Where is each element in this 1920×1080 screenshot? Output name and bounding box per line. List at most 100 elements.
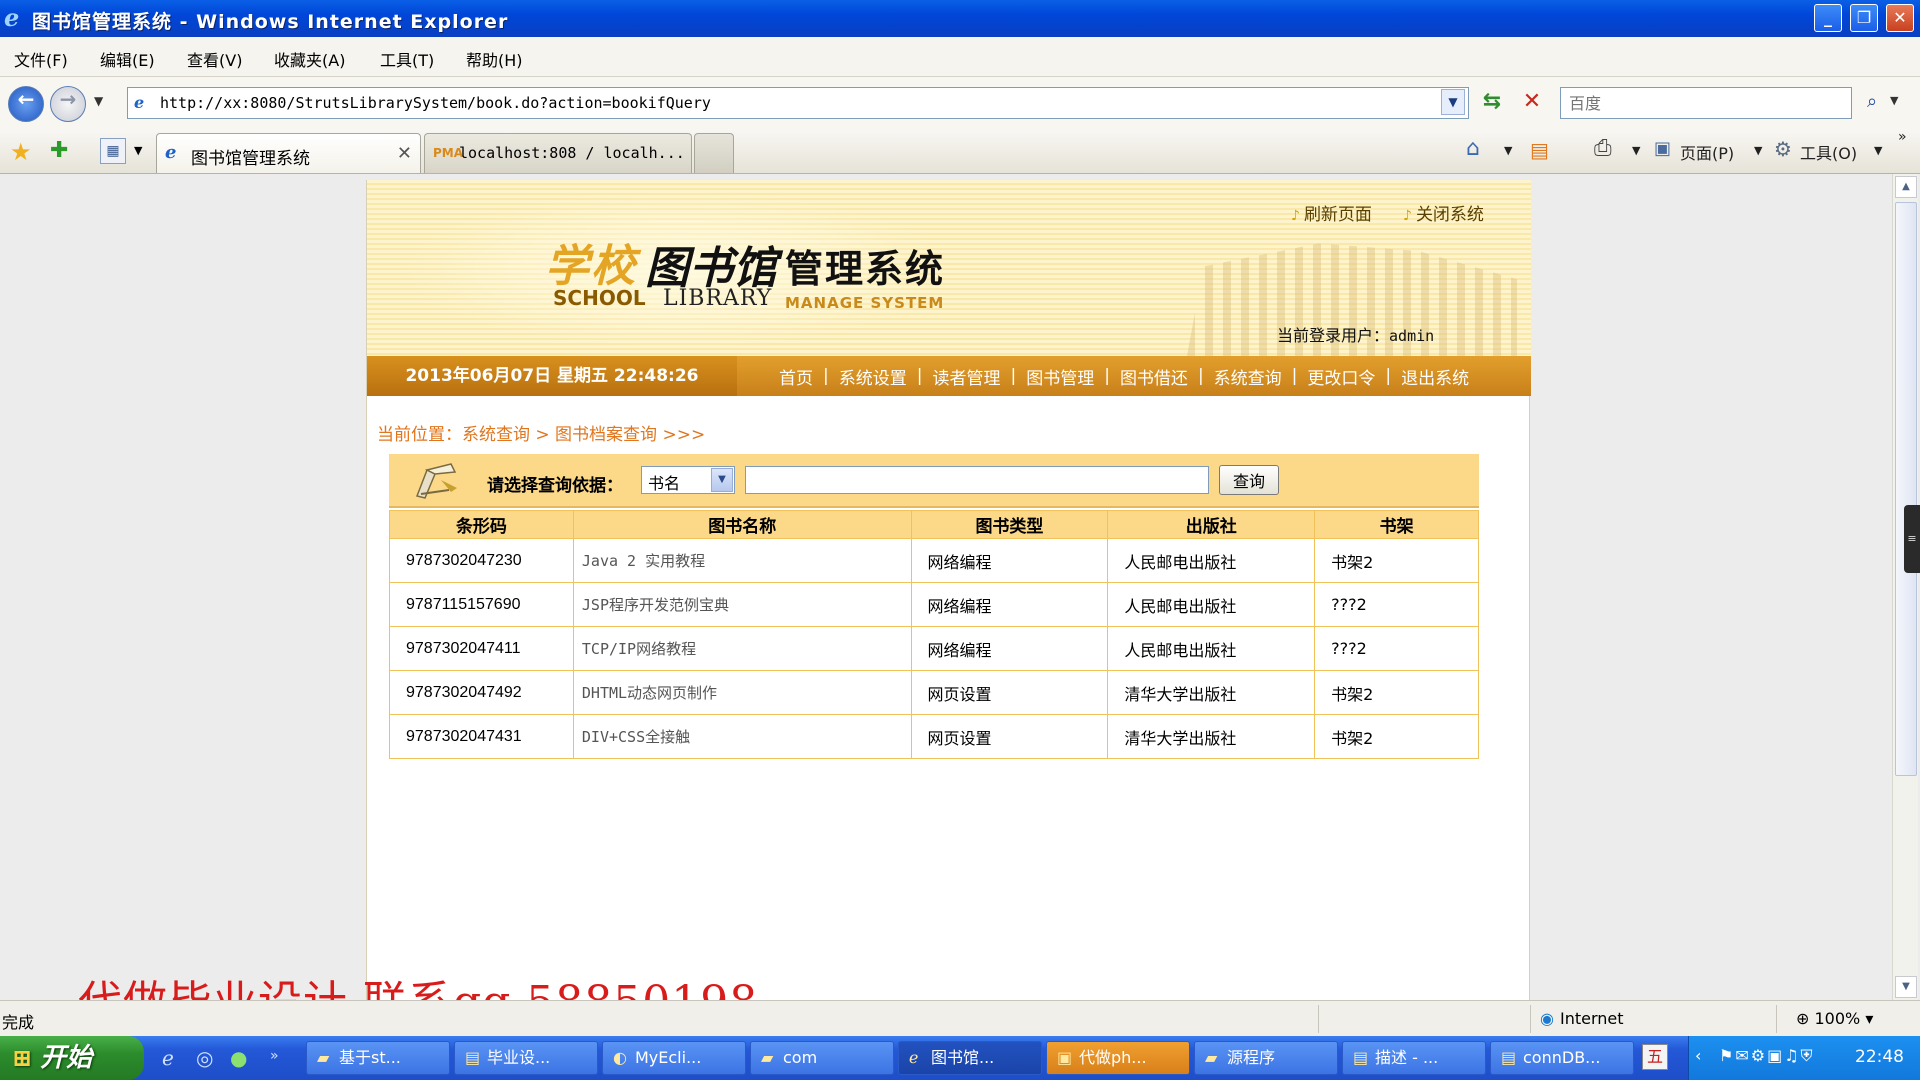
nav-change-password[interactable]: 更改口令 bbox=[1307, 364, 1375, 389]
search-box[interactable] bbox=[1560, 87, 1852, 119]
cell-publisher: 清华大学出版社 bbox=[1107, 714, 1316, 759]
link-marker-icon: ♪ bbox=[1403, 208, 1412, 224]
tools-dropdown-icon[interactable]: ▼ bbox=[1874, 144, 1882, 157]
taskbar-button[interactable]: ▰ 源程序 bbox=[1194, 1041, 1338, 1075]
taskbar-button[interactable]: ◐ MyEcli... bbox=[602, 1041, 746, 1075]
phpmyadmin-icon: PMA bbox=[433, 146, 464, 160]
page-menu-button[interactable]: 页面(P) bbox=[1680, 140, 1734, 164]
nav-borrow-return[interactable]: 图书借还 bbox=[1120, 364, 1188, 389]
pen-icon bbox=[415, 463, 457, 499]
taskbar-button[interactable]: ℯ 图书馆... bbox=[898, 1041, 1042, 1075]
chevron-down-icon[interactable]: ▼ bbox=[711, 468, 733, 492]
cell-book-name: JSP程序开发范例宝典 bbox=[572, 582, 912, 627]
refresh-icon[interactable]: ⇆ bbox=[1476, 87, 1508, 119]
nav-home[interactable]: 首页 bbox=[779, 364, 813, 389]
taskbar-button[interactable]: ▤ 描述 - ... bbox=[1342, 1041, 1486, 1075]
nav-system-query[interactable]: 系统查询 bbox=[1214, 364, 1282, 389]
nav-book-management[interactable]: 图书管理 bbox=[1026, 364, 1094, 389]
stop-icon[interactable]: ✕ bbox=[1516, 87, 1548, 119]
logo-library-en: LIBRARY bbox=[663, 286, 773, 311]
menu-file[interactable]: 文件(F) bbox=[14, 47, 68, 71]
menu-favorites[interactable]: 收藏夹(A) bbox=[274, 47, 345, 71]
url-text[interactable]: http://xx:8080/StrutsLibrarySystem/book.… bbox=[160, 94, 711, 112]
print-icon[interactable]: ⎙ bbox=[1594, 136, 1612, 161]
scrollbar-thumb[interactable] bbox=[1895, 202, 1917, 776]
recent-pages-dropdown-icon[interactable]: ▼ bbox=[94, 94, 103, 108]
start-button[interactable]: ⊞ 开始 bbox=[0, 1036, 144, 1080]
favorites-star-icon[interactable]: ★ bbox=[10, 138, 32, 166]
app-icon: ▣ bbox=[1057, 1048, 1073, 1067]
input-method-icon[interactable]: 五 bbox=[1642, 1044, 1668, 1070]
logo-manage-cn: 管理系统 bbox=[785, 247, 946, 291]
taskbar-button[interactable]: ▰ 基于st... bbox=[306, 1041, 450, 1075]
back-button[interactable]: ← bbox=[8, 86, 44, 122]
scroll-up-icon[interactable]: ▲ bbox=[1895, 176, 1917, 198]
close-window-button[interactable]: ✕ bbox=[1886, 4, 1914, 32]
refresh-page-link[interactable]: ♪ 刷新页面 bbox=[1291, 200, 1372, 225]
home-dropdown-icon[interactable]: ▼ bbox=[1504, 144, 1512, 157]
cell-shelf: 书架2 bbox=[1314, 714, 1479, 759]
maximize-button[interactable]: ❐ bbox=[1850, 4, 1878, 32]
search-input[interactable] bbox=[1561, 88, 1851, 118]
taskbar-button[interactable]: ▤ connDB... bbox=[1490, 1041, 1634, 1075]
add-favorite-icon[interactable]: ✚ bbox=[50, 138, 68, 163]
vertical-scrollbar[interactable]: ▲ ▼ bbox=[1892, 174, 1918, 1000]
menu-help[interactable]: 帮助(H) bbox=[466, 47, 523, 71]
security-zone[interactable]: ◉ Internet bbox=[1540, 1009, 1624, 1028]
site-banner: ♪ 刷新页面 ♪ 关闭系统 学校 图书馆 管理系统 SCHOOL LIBRARY M… bbox=[367, 180, 1531, 356]
zoom-level[interactable]: ⊕ 100% ▾ bbox=[1796, 1009, 1873, 1028]
side-panel-handle[interactable]: ≡ bbox=[1904, 505, 1920, 573]
menu-tools[interactable]: 工具(T) bbox=[380, 47, 434, 71]
feeds-icon[interactable]: ▤ bbox=[1530, 138, 1549, 162]
cell-book-type: 网页设置 bbox=[910, 670, 1109, 715]
tab-phpmyadmin[interactable]: PMA localhost:808 / localh... bbox=[424, 133, 692, 173]
tray-icons[interactable]: ⚑✉⚙▣♫⛨ bbox=[1719, 1046, 1815, 1066]
ie-quicklaunch-icon[interactable]: ℯ bbox=[162, 1046, 174, 1070]
address-dropdown-button[interactable]: ▼ bbox=[1441, 89, 1465, 115]
query-criteria-value: 书名 bbox=[648, 474, 681, 493]
browser-quicklaunch-icon[interactable]: ◎ bbox=[196, 1046, 213, 1070]
tab-label: 图书馆管理系统 bbox=[191, 149, 310, 169]
cell-shelf: ???2 bbox=[1314, 582, 1479, 627]
search-options-dropdown-icon[interactable]: ▼ bbox=[1890, 94, 1898, 107]
taskbar-button[interactable]: ▣ 代做ph... bbox=[1046, 1041, 1190, 1075]
nav-reader-management[interactable]: 读者管理 bbox=[932, 364, 1000, 389]
tab-list-dropdown-icon[interactable]: ▼ bbox=[134, 144, 142, 157]
address-field[interactable]: e http://xx:8080/StrutsLibrarySystem/boo… bbox=[127, 87, 1469, 119]
print-dropdown-icon[interactable]: ▼ bbox=[1632, 144, 1640, 157]
quicklaunch-more-icon[interactable]: » bbox=[270, 1048, 279, 1064]
menu-edit[interactable]: 编辑(E) bbox=[100, 47, 155, 71]
minimize-button[interactable]: _ bbox=[1814, 4, 1842, 32]
nav-logout[interactable]: 退出系统 bbox=[1401, 364, 1469, 389]
cell-barcode: 9787302047411 bbox=[389, 626, 574, 671]
media-quicklaunch-icon[interactable]: ● bbox=[230, 1046, 247, 1070]
page-dropdown-icon[interactable]: ▼ bbox=[1754, 144, 1762, 157]
taskbar-button[interactable]: ▤ 毕业设... bbox=[454, 1041, 598, 1075]
zoom-icon: ⊕ bbox=[1796, 1009, 1815, 1028]
taskbar-button[interactable]: ▰ com bbox=[750, 1041, 894, 1075]
tab-library-system[interactable]: e 图书馆管理系统 ✕ bbox=[156, 133, 421, 173]
new-tab-button[interactable] bbox=[694, 133, 734, 173]
logo-manage-en: MANAGE SYSTEM bbox=[785, 294, 945, 312]
chevron-more-icon[interactable]: » bbox=[1898, 129, 1907, 145]
query-button[interactable]: 查询 bbox=[1219, 465, 1279, 495]
status-text: 完成 bbox=[2, 1013, 35, 1032]
close-tab-icon[interactable]: ✕ bbox=[397, 143, 412, 164]
query-panel: 请选择查询依据： 书名 ▼ 查询 bbox=[389, 454, 1479, 508]
close-system-link[interactable]: ♪ 关闭系统 bbox=[1403, 200, 1484, 225]
tray-expand-icon[interactable]: ‹ bbox=[1695, 1046, 1701, 1065]
tools-menu-button[interactable]: 工具(O) bbox=[1800, 140, 1857, 164]
query-criteria-select[interactable]: 书名 ▼ bbox=[641, 466, 735, 494]
cell-book-name: DHTML动态网页制作 bbox=[572, 670, 912, 715]
search-icon[interactable]: ⌕ bbox=[1858, 89, 1886, 117]
nav-system-settings[interactable]: 系统设置 bbox=[839, 364, 907, 389]
folder-icon: ▰ bbox=[761, 1048, 774, 1067]
home-icon[interactable]: ⌂ bbox=[1466, 136, 1480, 161]
query-input[interactable] bbox=[745, 466, 1209, 494]
table-row: 9787302047492 DHTML动态网页制作 网页设置 清华大学出版社 书… bbox=[389, 670, 1479, 715]
cell-book-name: TCP/IP网络教程 bbox=[572, 626, 912, 671]
forward-button[interactable]: → bbox=[50, 86, 86, 122]
scroll-down-icon[interactable]: ▼ bbox=[1895, 976, 1917, 998]
quick-tabs-icon[interactable]: ▦ bbox=[100, 138, 126, 164]
menu-view[interactable]: 查看(V) bbox=[187, 47, 242, 71]
